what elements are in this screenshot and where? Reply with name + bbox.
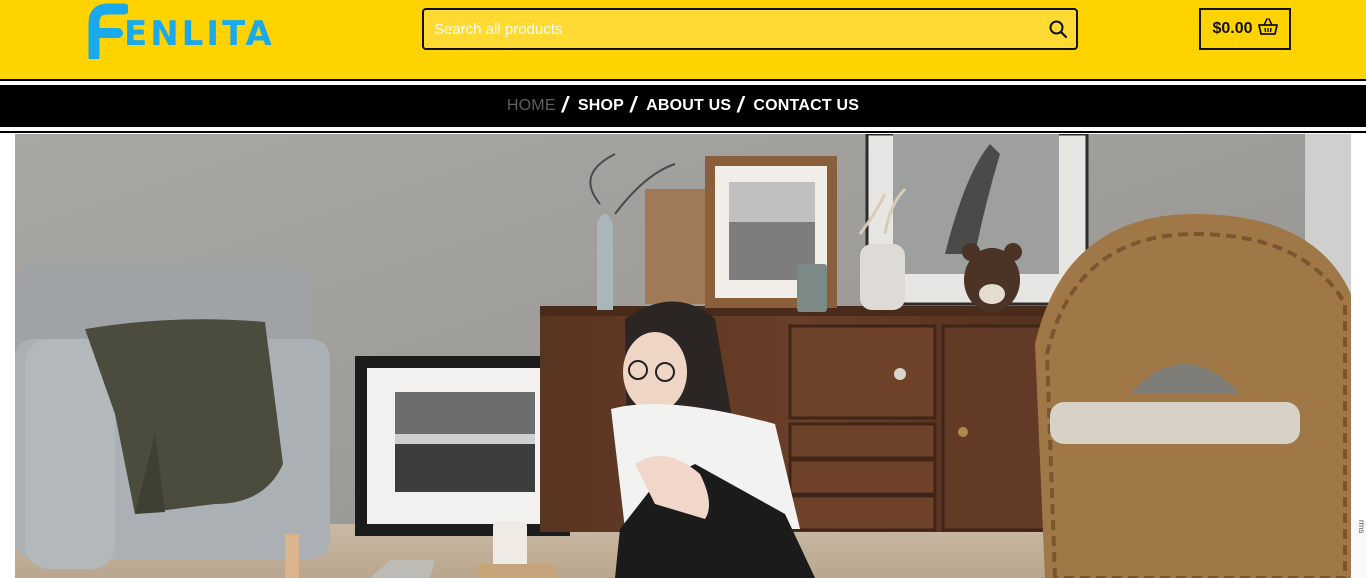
search-input[interactable] bbox=[424, 10, 1034, 48]
nav-item-about: ABOUT US / bbox=[646, 92, 753, 119]
site-header: ENLITA $0.00 bbox=[0, 0, 1366, 79]
nav-bar: HOME / SHOP / ABOUT US / CONTACT US bbox=[0, 85, 1366, 127]
logo-f-icon bbox=[88, 3, 128, 59]
nav-item-shop: SHOP / bbox=[578, 92, 646, 119]
nav-separator: / bbox=[737, 92, 744, 117]
nav-item-home: HOME / bbox=[507, 92, 578, 119]
main-navigation: HOME / SHOP / ABOUT US / CONTACT US bbox=[0, 79, 1366, 133]
basket-icon bbox=[1257, 17, 1278, 41]
recaptcha-badge: rms bbox=[1352, 520, 1366, 578]
nav-bottom-line bbox=[0, 131, 1366, 133]
nav-menu: HOME / SHOP / ABOUT US / CONTACT US bbox=[0, 85, 1366, 127]
nav-separator: / bbox=[629, 92, 637, 117]
wicker-chair bbox=[1035, 214, 1351, 578]
logo-text: ENLITA bbox=[124, 14, 275, 54]
city-photo-frame bbox=[355, 356, 570, 536]
search-box bbox=[422, 8, 1078, 50]
site-logo[interactable]: ENLITA bbox=[88, 0, 275, 60]
nav-link-shop[interactable]: SHOP bbox=[578, 97, 624, 115]
nav-link-contact[interactable]: CONTACT US bbox=[753, 97, 859, 115]
cart-button[interactable]: $0.00 bbox=[1199, 8, 1291, 50]
hero-banner-image bbox=[15, 134, 1351, 578]
nav-top-line bbox=[0, 79, 1366, 81]
search-icon[interactable] bbox=[1048, 19, 1068, 39]
nav-separator: / bbox=[561, 92, 568, 117]
grey-armchair bbox=[15, 264, 330, 578]
nav-link-about[interactable]: ABOUT US bbox=[646, 97, 731, 115]
cart-total: $0.00 bbox=[1212, 20, 1253, 37]
nav-link-home[interactable]: HOME bbox=[507, 97, 556, 115]
nav-item-contact: CONTACT US bbox=[753, 97, 859, 115]
